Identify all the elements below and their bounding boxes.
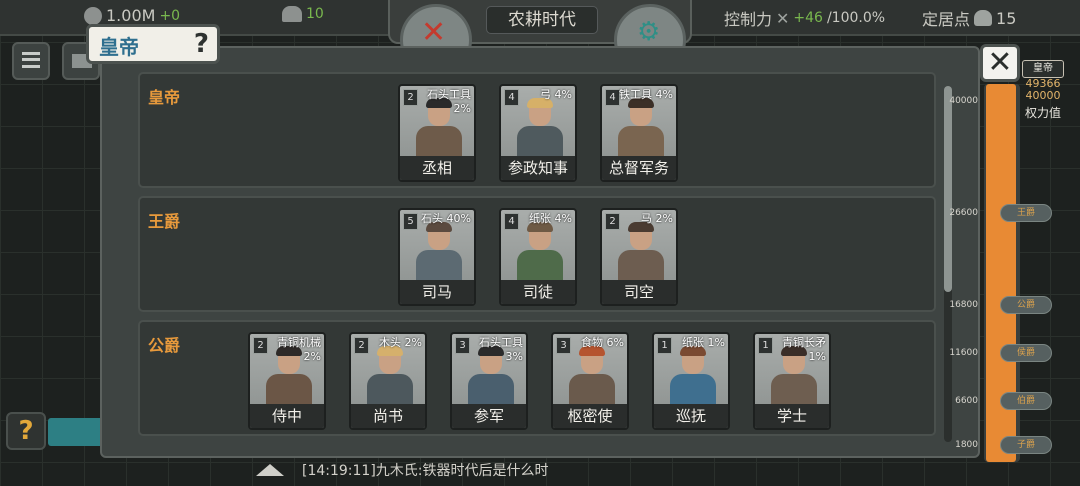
official-bonus: 纸张 4% <box>529 212 572 225</box>
panel-help-button[interactable]: ? <box>194 29 209 59</box>
official-title: 学士 <box>755 404 829 428</box>
official-portrait <box>616 98 666 166</box>
power-tick-label: 40000 <box>949 96 978 106</box>
rank-row: 王爵 5 石头 40% 司马 4 纸张 4% 司徒 2 马 2% 司空 <box>138 196 936 312</box>
scrollbar-thumb[interactable] <box>944 86 952 292</box>
official-card[interactable]: 4 铁工具 4% 总督军务 <box>600 84 678 182</box>
menu-button[interactable] <box>12 42 50 80</box>
power-tick-label: 6600 <box>955 396 978 406</box>
panel-scrollbar[interactable] <box>944 86 952 442</box>
official-portrait <box>567 346 617 414</box>
power-rank-marker[interactable]: 公爵 <box>1000 296 1052 314</box>
nobility-panel: 皇帝 2 石头工具 2% 丞相 4 弓 4% 参政知事 4 铁工具 4% 总督军… <box>100 46 980 458</box>
power-tick-label: 1800 <box>955 440 978 450</box>
coin-stack-icon <box>84 6 102 25</box>
official-title: 司空 <box>602 280 676 304</box>
current-rank-badge: 皇帝 <box>1022 60 1064 78</box>
gold-value: 1.00M <box>106 6 156 25</box>
panel-title: 皇帝 <box>99 35 139 59</box>
official-card[interactable]: 2 马 2% 司空 <box>600 208 678 306</box>
chat-expand-icon[interactable] <box>256 464 284 476</box>
control-counter: 控制力 ✕ +46 /100.0% <box>724 6 885 30</box>
official-portrait <box>515 222 565 290</box>
official-bonus: 石头工具 2% <box>427 88 471 115</box>
power-info: 皇帝 49366 40000 权力值 <box>1020 60 1066 121</box>
official-portrait <box>365 346 415 414</box>
power-tick-label: 16800 <box>949 300 978 310</box>
official-bonus: 石头 40% <box>421 212 471 225</box>
official-card[interactable]: 4 纸张 4% 司徒 <box>499 208 577 306</box>
official-title: 枢密使 <box>553 404 627 428</box>
power-label: 权力值 <box>1024 106 1061 120</box>
power-rank-marker[interactable]: 子爵 <box>1000 436 1052 454</box>
close-button[interactable]: ✕ <box>980 44 1020 82</box>
official-card[interactable]: 1 纸张 1% 巡抚 <box>652 332 730 430</box>
official-card[interactable]: 4 弓 4% 参政知事 <box>499 84 577 182</box>
official-card[interactable]: 5 石头 40% 司马 <box>398 208 476 306</box>
rank-title: 公爵 <box>148 336 181 355</box>
official-bonus: 青铜机械 2% <box>277 336 321 363</box>
crossed-tools-icon: ✕ <box>421 15 447 50</box>
official-title: 参军 <box>452 404 526 428</box>
official-bonus: 弓 4% <box>540 88 572 101</box>
official-card[interactable]: 2 木头 2% 尚书 <box>349 332 427 430</box>
control-value: /100.0% <box>826 10 886 26</box>
settlement-value: 15 <box>996 8 1017 28</box>
official-card[interactable]: 1 青铜长矛 1% 学士 <box>753 332 831 430</box>
control-delta: +46 <box>793 10 823 26</box>
official-title: 巡抚 <box>654 404 728 428</box>
official-title: 总督军务 <box>602 156 676 180</box>
power-tick-label: 26600 <box>949 208 978 218</box>
strength-counter: 10 <box>282 6 324 22</box>
official-bonus: 铁工具 4% <box>619 88 673 101</box>
power-tick-label: 11600 <box>949 348 978 358</box>
crossed-swords-icon: ✕ <box>776 8 790 28</box>
rank-title: 皇帝 <box>148 88 181 107</box>
official-portrait <box>616 222 666 290</box>
era-title[interactable]: 农耕时代 <box>486 6 598 34</box>
panel-header-tab: 皇帝 ? <box>86 24 220 64</box>
settlement-counter: 定居点 15 <box>922 6 1016 30</box>
power-max: 40000 <box>1025 89 1061 102</box>
official-title: 丞相 <box>400 156 474 180</box>
menu-icon-bar <box>22 58 40 61</box>
official-card[interactable]: 3 食物 6% 枢密使 <box>551 332 629 430</box>
official-title: 侍中 <box>250 404 324 428</box>
rank-title: 王爵 <box>148 212 181 231</box>
official-bonus: 食物 6% <box>581 336 624 349</box>
control-label: 控制力 <box>724 10 773 29</box>
official-title: 尚书 <box>351 404 425 428</box>
official-title: 司徒 <box>501 280 575 304</box>
official-bonus: 石头工具 3% <box>479 336 523 363</box>
chat-message[interactable]: [14:19:11]九木氏:铁器时代后是什么时 <box>302 460 549 480</box>
official-bonus: 马 2% <box>641 212 673 225</box>
power-rank-marker[interactable]: 伯爵 <box>1000 392 1052 410</box>
settlement-label: 定居点 <box>922 10 971 29</box>
official-card[interactable]: 2 石头工具 2% 丞相 <box>398 84 476 182</box>
official-bonus: 纸张 1% <box>682 336 725 349</box>
official-portrait <box>668 346 718 414</box>
strength-value: 10 <box>306 6 324 22</box>
era-panel: ✕ 农耕时代 ⚙ <box>388 0 692 76</box>
gold-counter: 1.00M +0 <box>84 6 180 25</box>
help-button[interactable]: ? <box>6 412 46 450</box>
official-card[interactable]: 2 青铜机械 2% 侍中 <box>248 332 326 430</box>
official-bonus: 木头 2% <box>379 336 422 349</box>
power-rank-marker[interactable]: 侯爵 <box>1000 344 1052 362</box>
official-portrait <box>515 98 565 166</box>
official-card[interactable]: 3 石头工具 3% 参军 <box>450 332 528 430</box>
rank-list: 皇帝 2 石头工具 2% 丞相 4 弓 4% 参政知事 4 铁工具 4% 总督军… <box>138 72 938 452</box>
progress-tab[interactable] <box>48 418 106 446</box>
official-title: 司马 <box>400 280 474 304</box>
official-portrait <box>414 222 464 290</box>
rank-row: 皇帝 2 石头工具 2% 丞相 4 弓 4% 参政知事 4 铁工具 4% 总督军… <box>138 72 936 188</box>
rank-row: 公爵 2 青铜机械 2% 侍中 2 木头 2% 尚书 3 石头工具 3% 参军 … <box>138 320 936 436</box>
power-rank-marker[interactable]: 王爵 <box>1000 204 1052 222</box>
arm-strength-icon <box>282 6 302 22</box>
official-title: 参政知事 <box>501 156 575 180</box>
gold-rate: +0 <box>159 7 181 24</box>
people-icon <box>974 10 993 26</box>
gear-icon: ⚙ <box>637 17 661 47</box>
official-bonus: 青铜长矛 1% <box>782 336 826 363</box>
